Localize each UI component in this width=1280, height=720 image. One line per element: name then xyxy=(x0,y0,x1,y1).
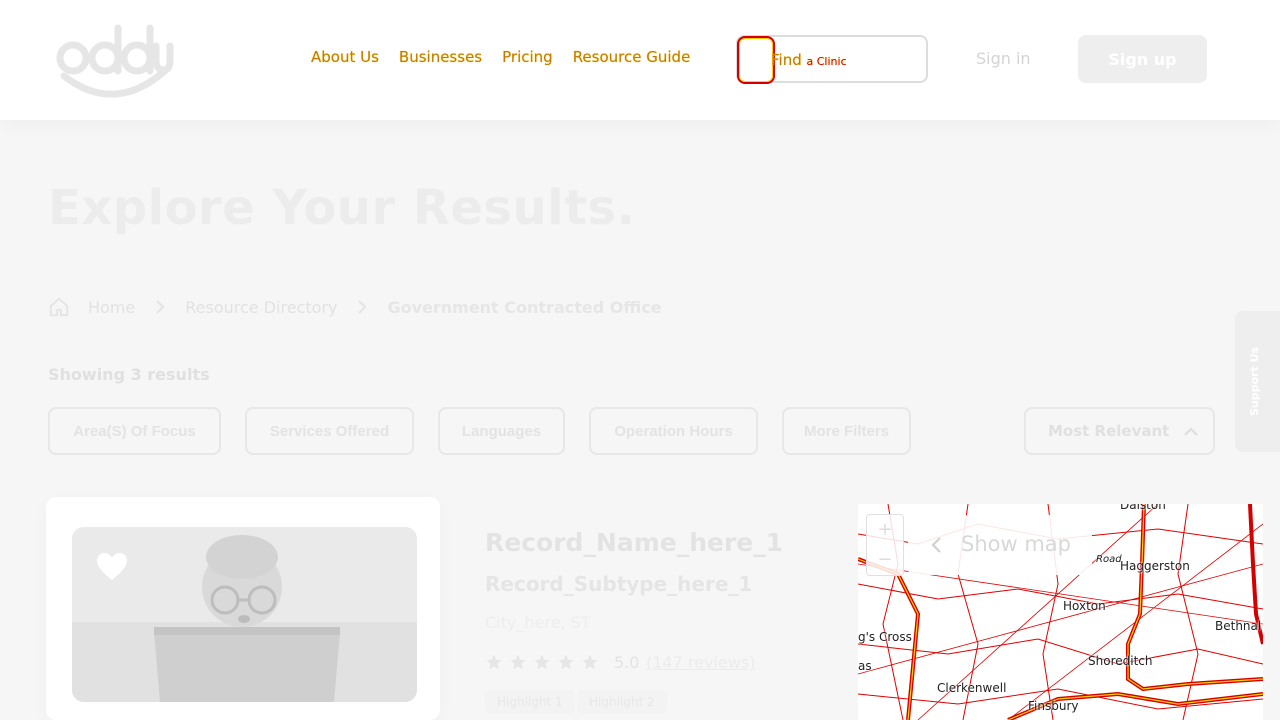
map-label-haggerston: Haggerston xyxy=(1120,559,1190,573)
reviews-link[interactable]: (147 reviews) xyxy=(646,653,755,672)
highlight-chip: Highlight 2 xyxy=(577,690,667,714)
find-clinic-button[interactable]: Find a Clinic xyxy=(736,35,928,84)
star-icon xyxy=(558,654,574,670)
rating-value: 5.0 xyxy=(614,653,640,672)
map-zoom-controls: + − xyxy=(866,514,904,576)
map-label-hoxton: Hoxton xyxy=(1063,599,1106,613)
zoom-in-button[interactable]: + xyxy=(867,515,903,545)
breadcrumb-home[interactable]: Home xyxy=(88,298,135,317)
filter-languages[interactable]: Languages xyxy=(438,407,565,455)
nav-resource-guide[interactable]: Resource Guide xyxy=(573,48,691,66)
filter-operation-hours[interactable]: Operation Hours xyxy=(589,407,758,455)
record-subtype: Record_Subtype_here_1 xyxy=(485,572,753,596)
find-button-label: Find xyxy=(771,51,802,69)
home-icon[interactable] xyxy=(48,296,70,318)
results-count: Showing 3 results xyxy=(48,365,210,384)
favorite-heart-icon[interactable] xyxy=(96,552,128,582)
chevron-right-icon xyxy=(156,300,165,314)
star-rating xyxy=(485,653,599,671)
chevron-left-icon xyxy=(931,537,941,553)
star-icon xyxy=(510,654,526,670)
record-name[interactable]: Record_Name_here_1 xyxy=(485,528,783,557)
star-icon xyxy=(534,654,550,670)
breadcrumb: Home Resource Directory Government Contr… xyxy=(48,294,674,320)
sign-in-link[interactable]: Sign in xyxy=(976,49,1031,68)
map-label-shoreditch: Shoreditch xyxy=(1088,654,1153,668)
map-label-bethnal: Bethnal xyxy=(1215,619,1262,633)
star-icon xyxy=(486,654,502,670)
map-label-dalston: Dalston xyxy=(1120,504,1166,512)
show-map-button[interactable]: Show map xyxy=(908,515,1092,575)
map-label-clerkenwell: Clerkenwell xyxy=(937,681,1007,695)
star-icon xyxy=(582,654,598,670)
nav-about-us[interactable]: About Us xyxy=(311,48,379,66)
filter-more-filters[interactable]: More Filters xyxy=(782,407,911,455)
find-button-overlay-text: a Clinic xyxy=(806,55,847,68)
map-label-kings-cross: g's Cross xyxy=(858,630,912,644)
record-location: City_here, ST xyxy=(485,613,591,632)
breadcrumb-resource-directory[interactable]: Resource Directory xyxy=(185,298,337,317)
chevron-up-icon xyxy=(1184,427,1198,436)
main-nav: About Us Businesses Pricing Resource Gui… xyxy=(311,48,710,66)
zoom-out-button[interactable]: − xyxy=(867,545,903,575)
highlight-chip: Highlight 1 xyxy=(485,690,575,714)
page-title: Explore Your Results. xyxy=(48,180,636,236)
nav-pricing[interactable]: Pricing xyxy=(502,48,553,66)
show-map-label: Show map xyxy=(961,532,1071,556)
map-label-finsbury: Finsbury xyxy=(1028,699,1079,713)
support-us-tab[interactable]: Support Us xyxy=(1235,311,1280,452)
support-us-label: Support Us xyxy=(1248,346,1261,416)
breadcrumb-current: Government Contracted Office xyxy=(387,297,662,317)
chevron-right-icon xyxy=(358,300,367,314)
sign-up-button[interactable]: Sign up xyxy=(1078,35,1207,83)
sort-label: Most Relevant xyxy=(1048,422,1170,440)
find-button-highlight xyxy=(737,36,775,84)
filter-services-offered[interactable]: Services Offered xyxy=(245,407,414,455)
map-label-road: Road xyxy=(1096,554,1122,565)
site-header: About Us Businesses Pricing Resource Gui… xyxy=(0,0,1280,120)
sort-dropdown[interactable]: Most Relevant xyxy=(1024,407,1215,455)
map-label-partial: as xyxy=(858,659,872,673)
filter-areas-of-focus[interactable]: Area(S) Of Focus xyxy=(48,407,221,455)
nav-businesses[interactable]: Businesses xyxy=(399,48,482,66)
oddy-logo[interactable] xyxy=(56,18,176,100)
